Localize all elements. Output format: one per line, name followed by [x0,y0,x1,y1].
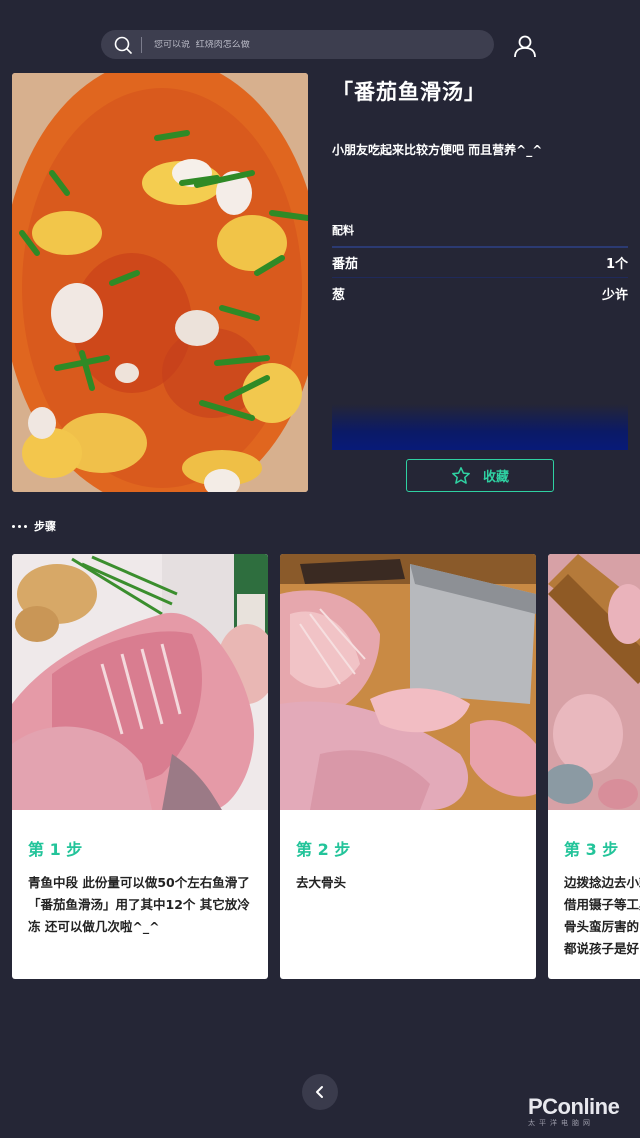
recipe-title: 「番茄鱼滑汤」 [332,80,486,104]
step-photo [548,554,640,810]
recipe-description: 小朋友吃起来比较方便吧 而且营养^_^ [332,143,543,157]
watermark-logo: PConline 太平洋电脑网 [528,1094,632,1128]
star-icon [452,466,470,484]
step-title: 第 2 步 [296,840,351,859]
ingredient-amount: 1个 [605,257,628,272]
ingredients-heading: 配料 [332,224,354,237]
ingredient-amount: 少许 [601,287,628,303]
step-photo [280,554,536,810]
search-icon [114,36,132,54]
ingredients-list: 番茄 1个 葱 少许 [332,246,628,308]
more-dots-icon [12,524,27,528]
ingredient-row: 葱 少许 [332,278,628,308]
favorite-button[interactable]: 收藏 [406,459,554,492]
step-text: 青鱼中段 此份量可以做50个左右鱼滑了 「番茄鱼滑汤」用了其中12个 其它放冷冻… [28,875,255,934]
search-bar[interactable] [101,30,494,59]
ingredient-row: 番茄 1个 [332,248,628,278]
decorative-gradient-bar [332,404,628,450]
user-icon[interactable] [512,33,538,59]
watermark-main: PConline [528,1094,620,1119]
steps-heading: 步骤 [12,518,56,534]
recipe-detail-page: 「番茄鱼滑汤」 小朋友吃起来比较方便吧 而且营养^_^ 配料 番茄 1个 葱 少… [0,0,640,1138]
ingredient-name: 番茄 [332,257,359,272]
chevron-left-icon [316,1086,323,1098]
step-title: 第 1 步 [28,840,83,859]
ingredient-name: 葱 [332,287,346,303]
step-text: 去大骨头 [296,875,347,890]
favorite-label: 收藏 [482,470,509,485]
step-text: 边拨捻边去小刺 借用镊子等工具 骨头蛮厉害的 都说孩子是好 [564,875,640,956]
dish-photo [12,73,308,492]
step-title: 第 3 步 [564,840,619,859]
steps-label: 步骤 [34,520,56,533]
back-button[interactable] [302,1074,338,1110]
step-card[interactable]: 第 2 步 去大骨头 [280,554,536,979]
step-card[interactable]: 第 1 步 青鱼中段 此份量可以做50个左右鱼滑了 「番茄鱼滑汤」用了其中12个… [12,554,268,979]
step-card[interactable]: 第 3 步 边拨捻边去小刺 借用镊子等工具 骨头蛮厉害的 都说孩子是好 [548,554,640,979]
search-input[interactable] [154,39,454,50]
step-photo [12,554,268,810]
search-divider [141,36,142,53]
